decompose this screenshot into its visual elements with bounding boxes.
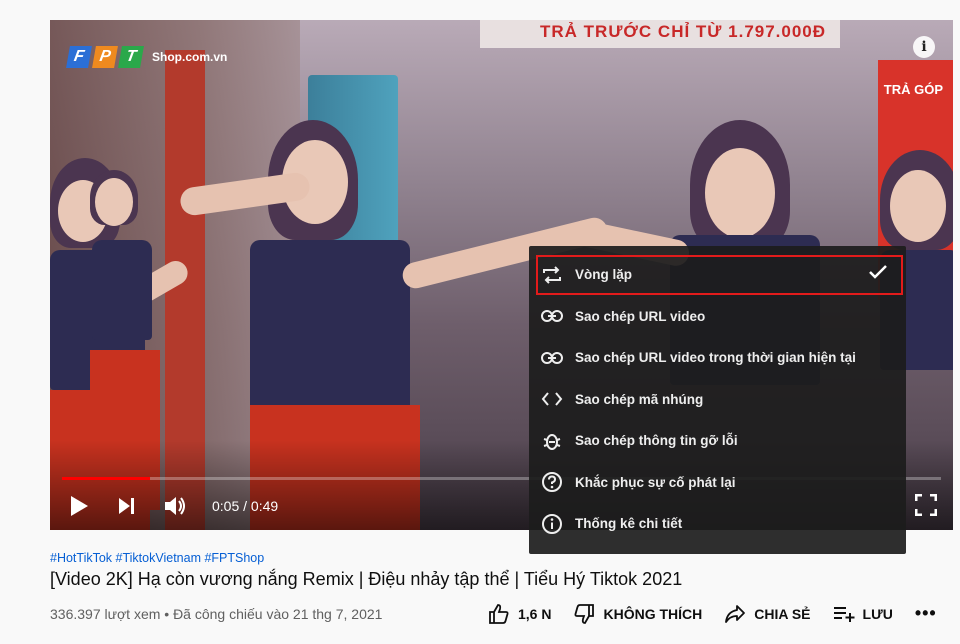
volume-icon: [165, 497, 185, 515]
video-hashtags[interactable]: #HotTikTok #TiktokVietnam #FPTShop: [50, 551, 264, 565]
thumbs-down-icon: [574, 603, 595, 624]
save-label: LƯU: [862, 605, 893, 622]
info-icon: [541, 513, 563, 535]
menu-item-copy-embed[interactable]: Sao chép mã nhúng: [529, 379, 906, 421]
player-right-controls: [914, 493, 938, 521]
save-button[interactable]: LƯU: [833, 605, 893, 623]
fullscreen-button[interactable]: [914, 493, 938, 521]
logo-letter-f: F: [66, 46, 92, 68]
time-display: 0:05 / 0:49: [212, 498, 279, 514]
menu-item-label: Sao chép URL video: [575, 308, 706, 324]
info-icon[interactable]: i: [913, 36, 935, 58]
loop-icon: [541, 264, 563, 286]
store-banner: TRẢ GÓP: [883, 82, 943, 97]
thumbs-up-icon: [489, 603, 509, 624]
menu-item-label: Sao chép mã nhúng: [575, 391, 704, 407]
check-icon: [868, 264, 888, 283]
menu-item-label: Thống kê chi tiết: [575, 516, 683, 532]
menu-item-stats[interactable]: Thống kê chi tiết: [529, 503, 906, 545]
logo-letter-p: P: [92, 46, 118, 68]
store-sign: TRẢ TRƯỚC CHỈ TỪ 1.797.000Đ: [540, 22, 827, 41]
dislike-button[interactable]: KHÔNG THÍCH: [573, 603, 703, 624]
action-bar: 1,6 N KHÔNG THÍCH CHIA SẺ LƯU •••: [488, 603, 959, 624]
menu-item-label: Sao chép thông tin gỡ lỗi: [575, 433, 738, 449]
share-icon: [725, 604, 746, 623]
video-meta: 336.397 lượt xem • Đã công chiếu vào 21 …: [50, 606, 383, 622]
play-icon: [71, 496, 88, 516]
logo-letter-t: T: [118, 46, 144, 68]
share-label: CHIA SẺ: [754, 605, 811, 622]
volume-button[interactable]: [160, 491, 190, 521]
add-to-playlist-icon: [833, 606, 855, 622]
menu-item-copy-debug[interactable]: Sao chép thông tin gỡ lỗi: [529, 420, 906, 462]
next-icon: [119, 498, 134, 514]
logo-brand-text: Shop.com.vn: [152, 50, 228, 64]
menu-item-troubleshoot[interactable]: Khắc phục sự cố phát lại: [529, 462, 906, 504]
channel-watermark-logo[interactable]: F P T Shop.com.vn: [66, 46, 228, 68]
progress-played: [62, 477, 150, 480]
more-icon: •••: [914, 603, 937, 623]
help-icon: [541, 471, 563, 493]
dislike-label: KHÔNG THÍCH: [603, 605, 703, 622]
more-actions-button[interactable]: •••: [915, 603, 937, 624]
menu-item-copy-url-at-time[interactable]: Sao chép URL video trong thời gian hiện …: [529, 337, 906, 379]
share-button[interactable]: CHIA SẺ: [724, 604, 811, 624]
like-count: 1,6 N: [518, 605, 552, 622]
link-icon: [541, 305, 563, 327]
menu-item-label: Khắc phục sự cố phát lại: [575, 474, 736, 490]
video-title: [Video 2K] Hạ còn vương nắng Remix | Điệ…: [50, 569, 683, 589]
code-icon: [541, 388, 563, 410]
menu-item-label: Vòng lặp: [575, 267, 632, 283]
menu-item-loop[interactable]: Vòng lặp: [535, 254, 904, 296]
bug-icon: [541, 430, 563, 452]
page: TRẢ TRƯỚC CHỈ TỪ 1.797.000Đ TRẢ GÓP F P …: [0, 0, 960, 644]
fullscreen-icon: [914, 493, 938, 517]
context-menu: Vòng lặp Sao chép URL video Sao chép URL…: [529, 246, 906, 554]
link-icon: [541, 347, 563, 369]
menu-item-copy-url[interactable]: Sao chép URL video: [529, 296, 906, 338]
like-button[interactable]: 1,6 N: [488, 603, 552, 624]
next-button[interactable]: [112, 491, 142, 521]
menu-item-label: Sao chép URL video trong thời gian hiện …: [575, 350, 856, 366]
play-button[interactable]: [64, 491, 94, 521]
